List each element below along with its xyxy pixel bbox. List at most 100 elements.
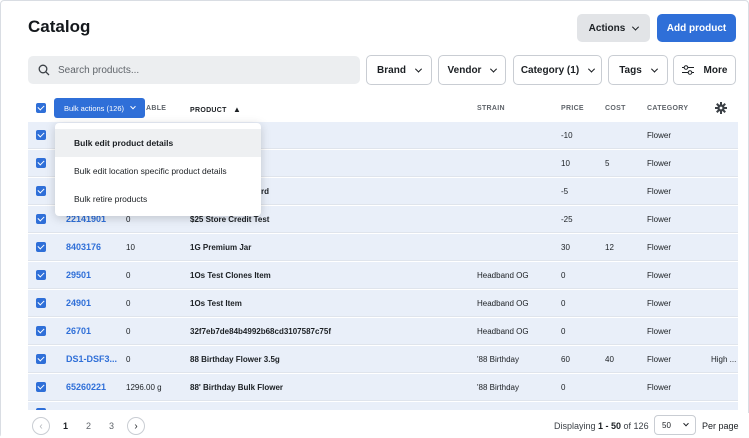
cell-cost: 40 <box>605 355 614 364</box>
chevron-down-icon <box>414 65 422 73</box>
search-bar <box>28 56 360 84</box>
filter-vendor[interactable]: Vendor <box>438 55 506 85</box>
page-2[interactable]: 2 <box>86 421 91 431</box>
cell-price: 60 <box>561 355 570 364</box>
cell-strain: Headband OG <box>477 299 529 308</box>
cell-price: -25 <box>561 215 573 224</box>
cell-available: 1296.00 g <box>126 383 162 392</box>
cell-available: 0 <box>126 215 131 224</box>
cell-category: Flower <box>647 159 672 168</box>
cell-sku[interactable]: 65260221 <box>66 382 106 392</box>
filter-brand-label: Brand <box>377 64 406 76</box>
row-checkbox[interactable] <box>36 270 46 280</box>
cell-product: 1Os Test Clones Item <box>190 271 271 280</box>
page-3[interactable]: 3 <box>109 421 114 431</box>
select-all-checkbox[interactable] <box>36 103 46 113</box>
cell-category: Flower <box>647 299 672 308</box>
page-1[interactable]: 1 <box>63 421 68 431</box>
row-checkbox[interactable] <box>36 158 46 168</box>
bulk-actions-button[interactable]: Bulk actions (126) <box>54 98 145 118</box>
cell-product: rd <box>261 187 269 196</box>
row-checkbox[interactable] <box>36 186 46 196</box>
table-row[interactable]: 26701 0 32f7eb7de84b4992b68cd3107587c75f… <box>28 318 738 345</box>
column-strain[interactable]: STRAIN <box>477 105 505 112</box>
cell-price: 0 <box>561 327 566 336</box>
cell-price: 10 <box>561 159 570 168</box>
cell-category: Flower <box>647 355 672 364</box>
menu-item-bulk-edit-details[interactable]: Bulk edit product details <box>55 129 261 157</box>
actions-button-label: Actions <box>588 22 626 34</box>
display-count: Displaying 1 - 50 of 126 <box>554 421 649 431</box>
bulk-actions-menu: Bulk edit product details Bulk edit loca… <box>55 123 261 216</box>
per-page-label: Per page <box>702 421 739 431</box>
row-checkbox[interactable] <box>36 214 46 224</box>
cell-available: 0 <box>126 355 131 364</box>
row-checkbox[interactable] <box>36 130 46 140</box>
cell-price: -10 <box>561 131 573 140</box>
row-checkbox[interactable] <box>36 242 46 252</box>
chevron-down-icon <box>632 23 640 31</box>
display-prefix: Displaying <box>554 421 599 431</box>
chevron-down-icon <box>683 420 689 427</box>
table-row[interactable]: 8403176 10 1G Premium Jar 30 12 Flower <box>28 234 738 261</box>
cell-strain: '88 Birthday <box>477 383 519 392</box>
cell-available: 0 <box>126 271 131 280</box>
row-checkbox[interactable] <box>36 354 46 364</box>
search-input[interactable] <box>58 64 338 76</box>
filter-category[interactable]: Category (1) <box>513 55 602 85</box>
filter-vendor-label: Vendor <box>447 64 482 76</box>
display-range: 1 - 50 <box>598 421 622 431</box>
cell-sku[interactable]: 26701 <box>66 326 91 336</box>
column-category[interactable]: CATEGORY <box>647 105 688 112</box>
add-product-button[interactable]: Add product <box>657 14 736 42</box>
actions-button[interactable]: Actions <box>577 14 650 42</box>
cell-cost: 12 <box>605 243 614 252</box>
filter-brand[interactable]: Brand <box>366 55 432 85</box>
search-icon <box>38 64 50 76</box>
table-row[interactable]: 29501 0 1Os Test Clones Item Headband OG… <box>28 262 738 289</box>
cell-price: -5 <box>561 187 569 196</box>
filter-more[interactable]: More <box>673 55 736 85</box>
cell-category: Flower <box>647 131 672 140</box>
cell-available: 10 <box>126 243 135 252</box>
cell-product: 1Os Test Item <box>190 299 242 308</box>
menu-item-bulk-retire[interactable]: Bulk retire products <box>55 185 261 213</box>
cell-sku[interactable]: DS1-DSF3... <box>66 354 117 364</box>
menu-item-bulk-edit-location[interactable]: Bulk edit location specific product deta… <box>55 157 261 185</box>
filter-tags-label: Tags <box>619 64 642 76</box>
table-row[interactable] <box>28 402 738 410</box>
chevron-down-icon <box>130 103 136 110</box>
row-checkbox[interactable] <box>36 298 46 308</box>
table-row[interactable]: 24901 0 1Os Test Item Headband OG 0 Flow… <box>28 290 738 317</box>
table-row[interactable]: 65260221 1296.00 g 88' Birthday Bulk Flo… <box>28 374 738 401</box>
row-checkbox[interactable] <box>36 408 46 410</box>
column-available: ABLE <box>146 105 167 112</box>
cell-available: 0 <box>126 299 131 308</box>
filter-more-label: More <box>703 64 728 76</box>
cell-product: $25 Store Credit Test <box>190 215 270 224</box>
column-product[interactable]: PRODUCT ▲ <box>190 105 241 114</box>
sliders-icon <box>681 65 694 75</box>
cell-strain: '88 Birthday <box>477 355 519 364</box>
cell-category: Flower <box>647 215 672 224</box>
prev-page-button[interactable]: ‹ <box>32 417 50 435</box>
table-row[interactable]: DS1-DSF3... 0 88 Birthday Flower 3.5g '8… <box>28 346 738 373</box>
column-price[interactable]: PRICE <box>561 105 584 112</box>
next-page-button[interactable]: › <box>127 417 145 435</box>
chevron-down-icon <box>588 65 596 73</box>
gear-icon[interactable] <box>715 102 727 114</box>
cell-price: 30 <box>561 243 570 252</box>
cell-sku[interactable]: 29501 <box>66 270 91 280</box>
filter-tags[interactable]: Tags <box>608 55 668 85</box>
sort-asc-icon: ▲ <box>232 105 242 114</box>
display-suffix: of 126 <box>621 421 649 431</box>
column-product-label: PRODUCT <box>190 107 227 114</box>
per-page-select[interactable]: 50 <box>654 415 696 435</box>
cell-sku[interactable]: 8403176 <box>66 242 101 252</box>
cell-product: 88' Birthday Bulk Flower <box>190 383 284 392</box>
row-checkbox[interactable] <box>36 326 46 336</box>
bulk-actions-label: Bulk actions (126) <box>63 103 125 113</box>
row-checkbox[interactable] <box>36 382 46 392</box>
column-cost[interactable]: COST <box>605 105 626 112</box>
cell-sku[interactable]: 24901 <box>66 298 91 308</box>
